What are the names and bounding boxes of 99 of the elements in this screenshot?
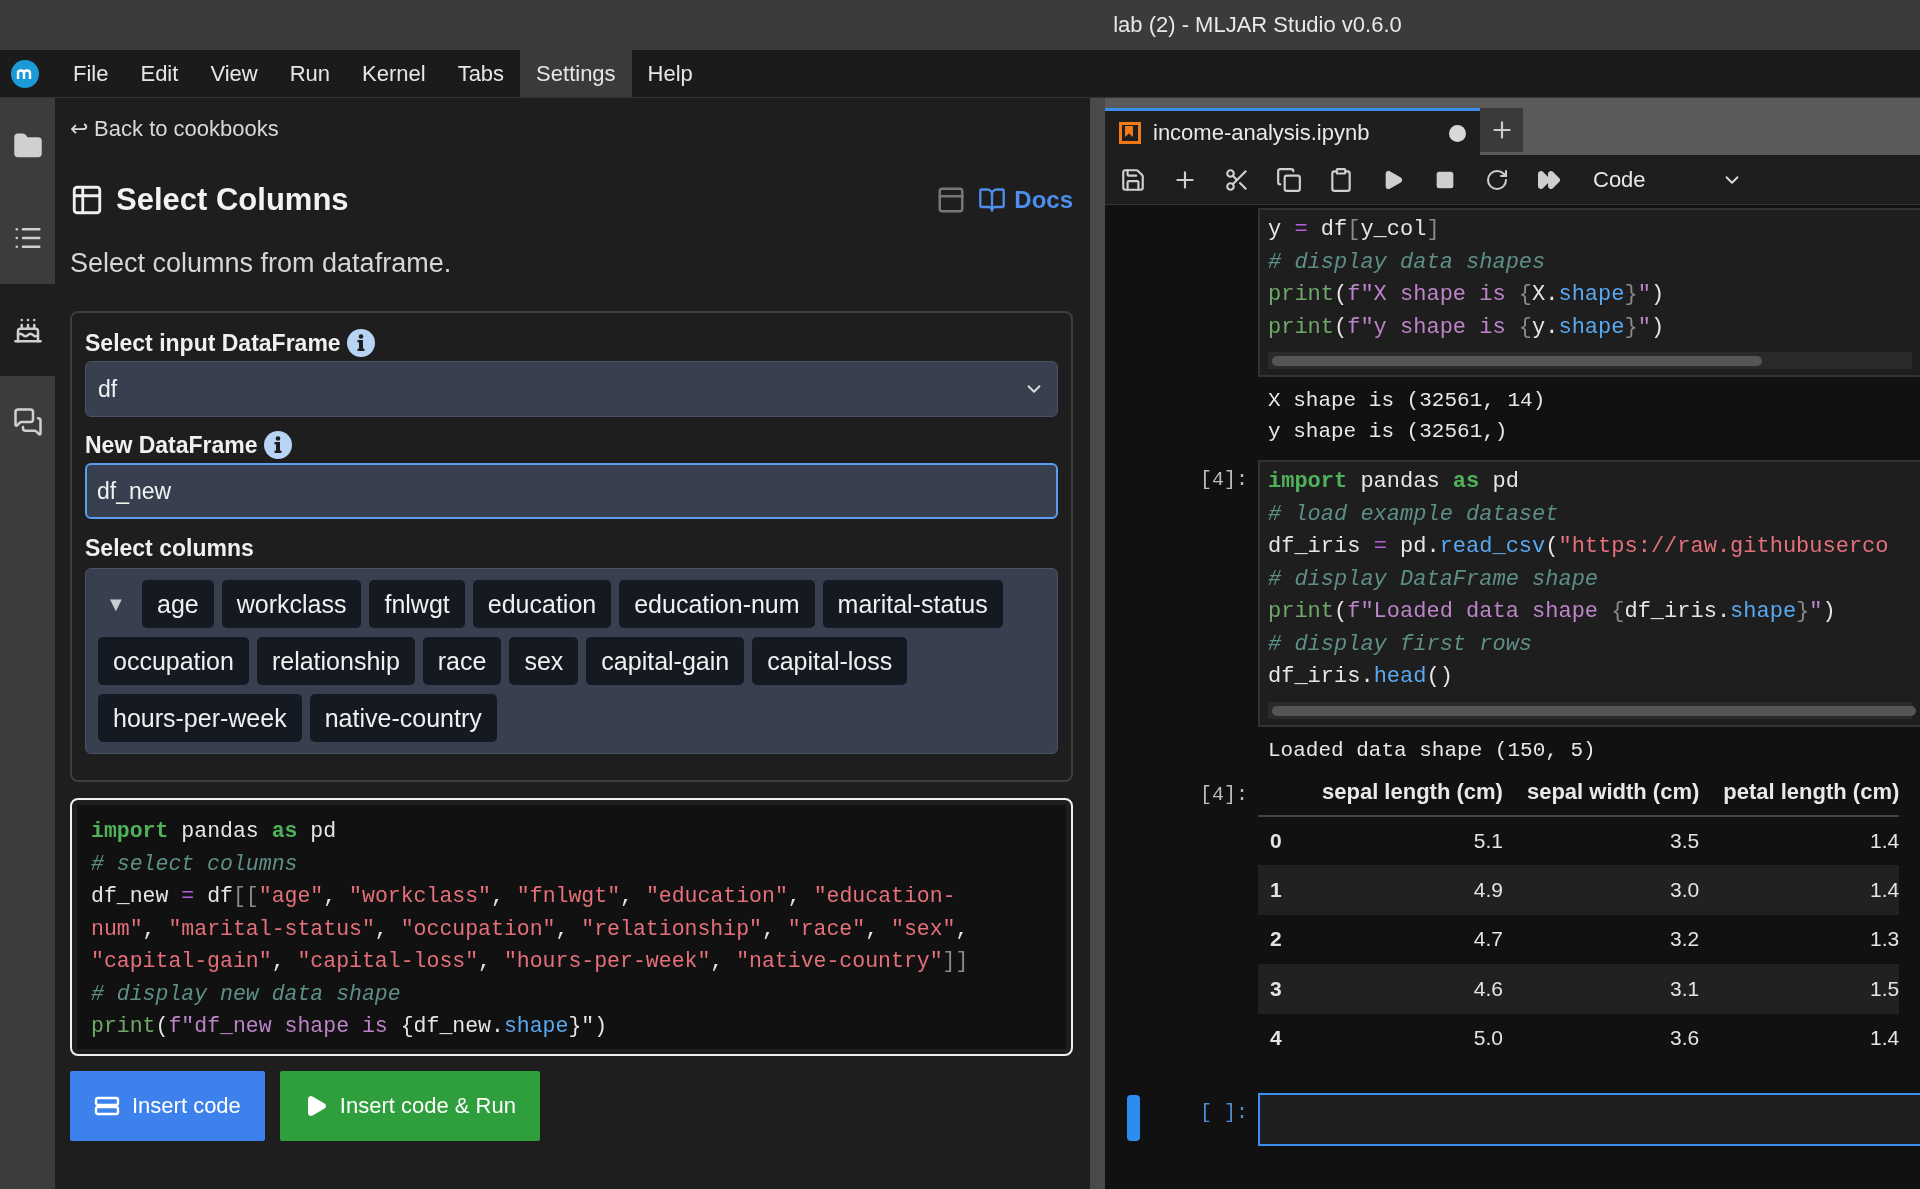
column-chip[interactable]: capital-gain (586, 637, 745, 685)
book-icon (978, 186, 1007, 214)
table-cell: 1.4 (1699, 815, 1900, 865)
code-line: print(f"Loaded data shape {df_iris.shape}") (1268, 598, 1837, 626)
code-line: # display DataFrame shape (1268, 565, 1600, 594)
cell-prompt: [4]: (1200, 782, 1248, 806)
cell-type-select[interactable]: Code (1593, 166, 1743, 193)
code-line: print(f"X shape is {X.shape}") (1268, 281, 1666, 309)
docs-link[interactable]: Docs (978, 186, 1073, 214)
code-cell[interactable]: y = df[y_col] # display data shapes print(f"X shape is {X.shape}") print(f"y shape is {y.shape}") (1258, 208, 1920, 377)
field-label: Select columns (85, 535, 254, 562)
row-index: 3 (1258, 964, 1298, 1014)
table-cell: 4.7 (1298, 914, 1503, 964)
row-index: 0 (1258, 815, 1298, 865)
code-line: df_iris.head() (1268, 663, 1454, 691)
column-chip[interactable]: native-country (309, 694, 497, 742)
cell-prompt: [ ]: (1200, 1101, 1248, 1124)
panel-icon[interactable] (936, 185, 967, 215)
dataframe-select[interactable]: df (85, 361, 1058, 417)
column-chip[interactable]: fnlwgt (369, 580, 465, 628)
window-title: lab (2) - MLJAR Studio v0.6.0 (1113, 12, 1402, 38)
info-icon[interactable] (346, 329, 375, 357)
table-cell: 1.4 (1699, 1013, 1900, 1063)
code-line: import pandas as pd (1268, 468, 1520, 496)
menu-item[interactable]: View (194, 50, 274, 97)
table-cell: 1.3 (1699, 914, 1900, 964)
column-chip[interactable]: hours-per-week (98, 694, 302, 742)
column-chip[interactable]: sex (509, 637, 579, 685)
table-cell: 5.1 (1298, 815, 1503, 865)
menu-item[interactable]: Kernel (346, 50, 442, 97)
field-label: Select input DataFrame (85, 329, 341, 357)
code-line: print(f"y shape is {y.shape}") (1268, 313, 1666, 342)
menu-item[interactable]: Edit (124, 50, 195, 97)
table-icon (70, 183, 104, 217)
table-cell: 3.1 (1502, 964, 1700, 1014)
output-line: Loaded data shape (150, 5) (1268, 737, 1596, 764)
code-line: # select columns (91, 850, 299, 878)
column-chip[interactable]: relationship (256, 637, 415, 685)
table-cell: 4.6 (1298, 964, 1503, 1014)
collapse-toggle[interactable]: ▼ (98, 580, 134, 628)
code-cell[interactable] (1258, 1093, 1920, 1146)
code-line: import pandas as pd (91, 818, 338, 845)
column-chip[interactable]: race (422, 637, 502, 685)
column-chip[interactable]: education (472, 580, 612, 628)
chat-icon (12, 407, 43, 437)
table-cell: 5.0 (1298, 1013, 1503, 1063)
column-header: sepal width (cm) (1502, 774, 1700, 816)
code-line: # display new data shape (91, 980, 402, 1008)
insert-icon (94, 1095, 120, 1116)
code-line: df_iris = pd.read_csv("https://raw.githubuserco (1268, 533, 1890, 561)
menu-item[interactable]: Settings (520, 50, 632, 97)
column-chip[interactable]: capital-loss (752, 637, 908, 685)
table-cell: 3.2 (1502, 914, 1700, 964)
table-cell: 3.5 (1502, 815, 1700, 865)
cookbook-title: Select Columns (116, 182, 350, 218)
code-line: "capital-gain", "capital-loss", "hours-per-week", "native-country"]] (91, 948, 970, 975)
table-cell: 3.6 (1502, 1013, 1700, 1063)
row-index: 4 (1258, 1013, 1298, 1063)
column-chip[interactable]: education-num (619, 580, 815, 628)
notebook-tab[interactable]: income-analysis.ipynb (1105, 108, 1480, 155)
code-line: # load example dataset (1268, 500, 1560, 529)
cell-prompt: [4]: (1200, 468, 1248, 491)
row-index: 2 (1258, 914, 1298, 964)
menu-item[interactable]: Run (273, 50, 347, 97)
cookbook-description: Select columns from dataframe. (70, 248, 453, 279)
column-chip[interactable]: age (142, 580, 214, 628)
new-tab-button[interactable] (1480, 108, 1523, 152)
code-line: print(f"df_new shape is {df_new.shape}") (91, 1013, 609, 1040)
input-field[interactable]: df_new (85, 463, 1058, 519)
menu-item[interactable]: Tabs (441, 50, 521, 97)
app-logo (11, 60, 39, 88)
column-multiselect[interactable]: ▼ age workclass fnlwgt education education-num marital-status occupation relationship race sex capital-gain capital-loss hours-per-week native-country (85, 568, 1058, 754)
column-header: sepal length (cm) (1298, 774, 1503, 816)
column-chip[interactable]: marital-status (822, 580, 1003, 628)
menu-item[interactable]: File (57, 50, 125, 97)
code-cell[interactable]: import pandas as pd # load example dataset df_iris = pd.read_csv("https://raw.githubuserco # display DataFrame shape print(f"Loaded data shape {df_iris.shape}") # display first rows df_iris.head() (1258, 460, 1920, 727)
horizontal-scrollbar[interactable] (1268, 352, 1912, 369)
table-cell: 1.5 (1699, 964, 1900, 1014)
code-line: # display data shapes (1268, 248, 1547, 277)
column-chip[interactable]: occupation (98, 637, 249, 685)
notebook-icon (1119, 122, 1141, 144)
code-line: df_new = df[["age", "workclass", "fnlwgt", "education", "education- (91, 883, 957, 910)
field-label: New DataFrame (85, 431, 258, 459)
info-icon[interactable] (263, 431, 292, 459)
table-cell: 3.0 (1502, 865, 1700, 915)
insert-button[interactable]: Insert code (70, 1070, 265, 1141)
code-line: num", "marital-status", "occupation", "relationship", "race", "sex", (91, 915, 970, 943)
table-cell: 4.9 (1298, 865, 1503, 915)
sidebar-button[interactable] (0, 284, 55, 376)
menu-item[interactable]: Help (631, 50, 709, 97)
code-line: # display first rows (1268, 630, 1534, 659)
output-line: y shape is (32561,) (1268, 419, 1509, 445)
table-cell: 1.4 (1699, 865, 1900, 915)
column-header: petal length (cm) (1699, 774, 1900, 816)
code-line: y = df[y_col] (1268, 216, 1441, 244)
row-index: 1 (1258, 865, 1298, 915)
column-chip[interactable]: workclass (221, 580, 362, 628)
output-line: X shape is (32561, 14) (1268, 388, 1546, 414)
back-link[interactable]: ↩ Back to cookbooks (70, 116, 279, 142)
